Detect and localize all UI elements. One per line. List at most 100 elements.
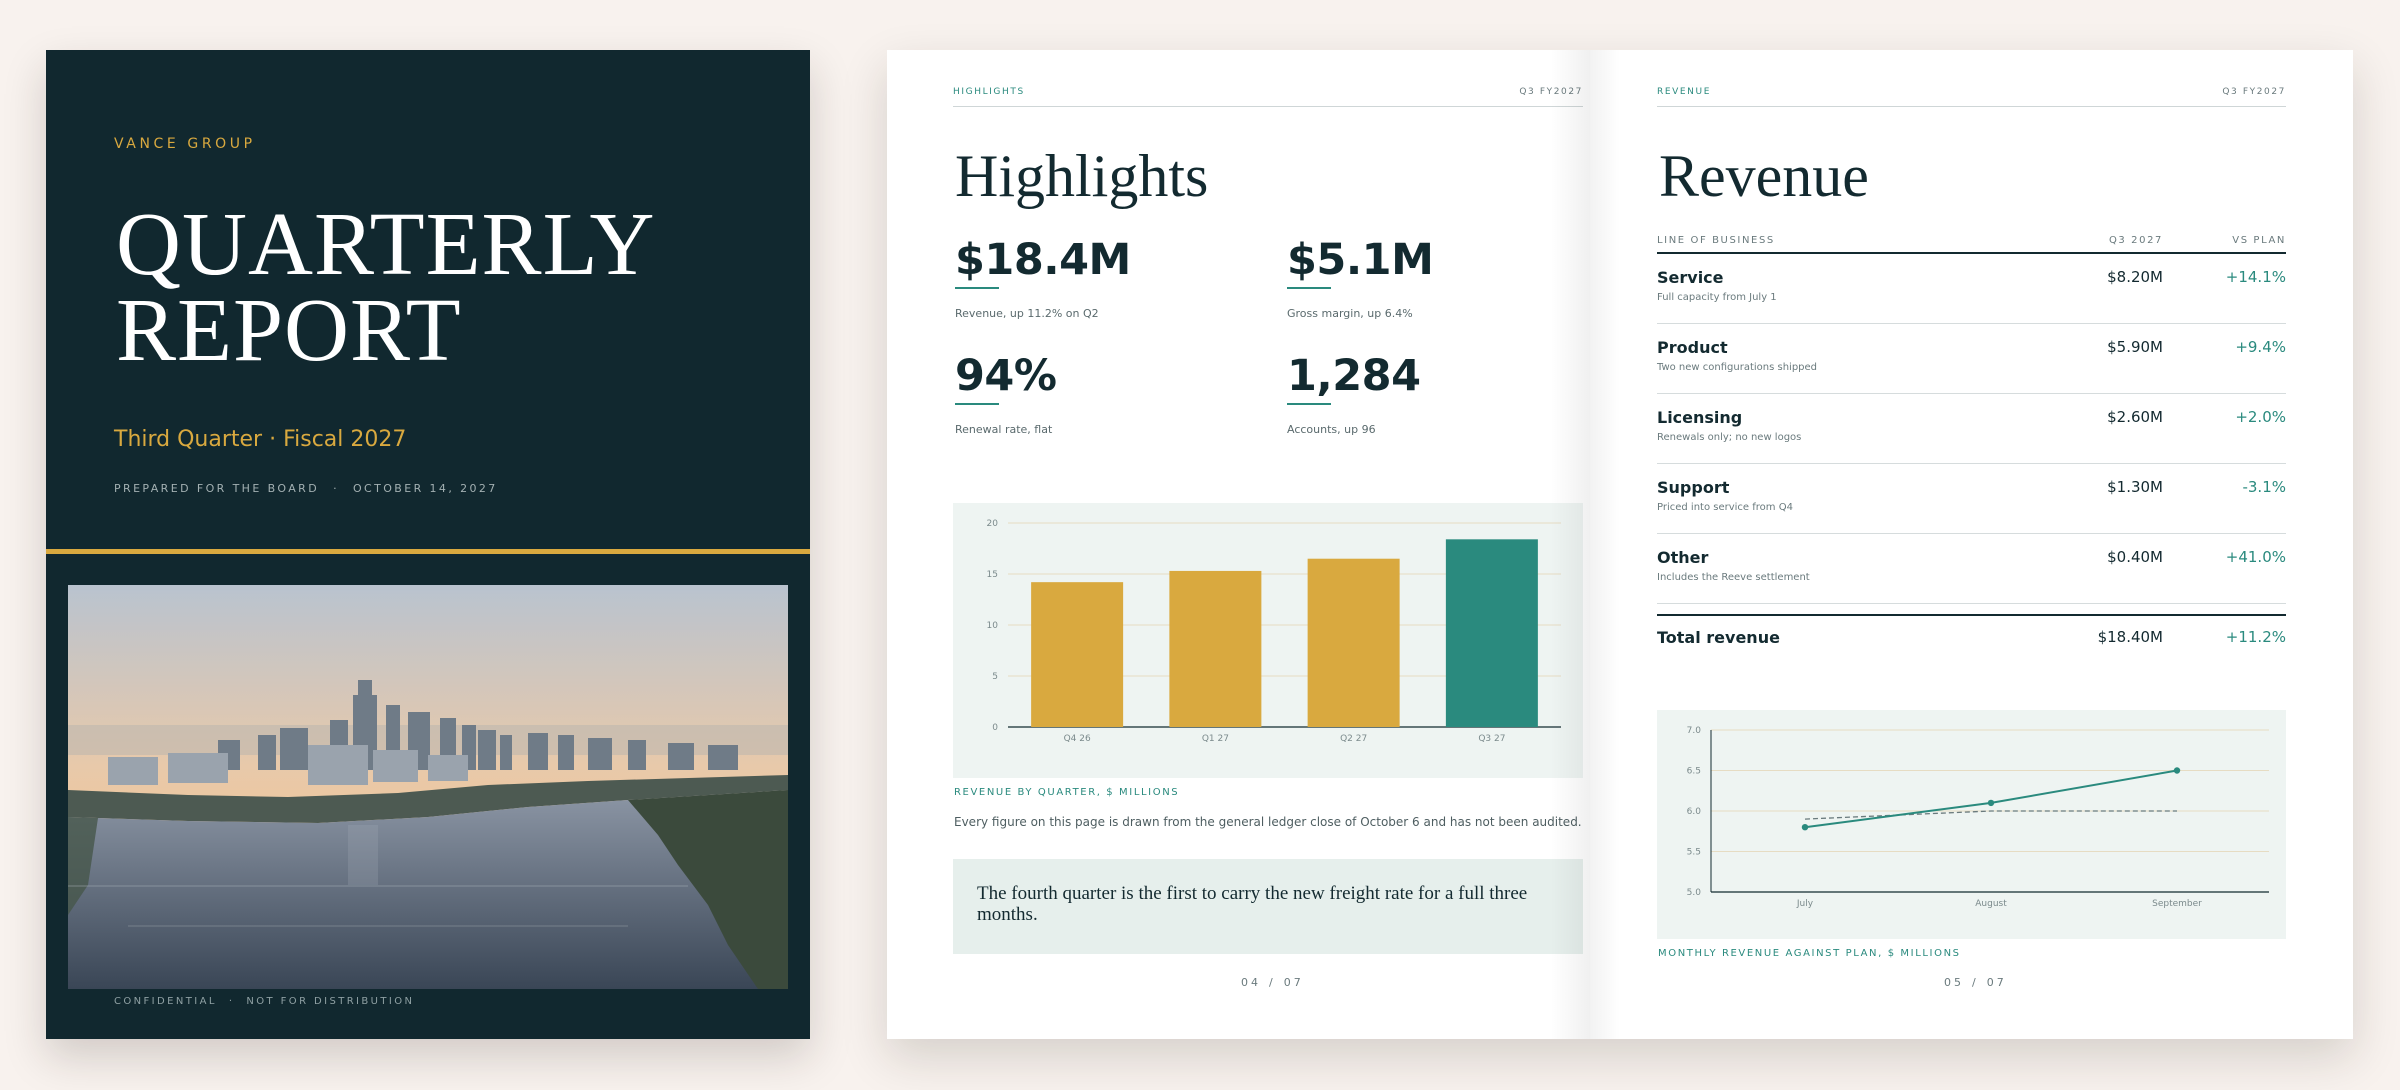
- bar-q1-27: [1169, 570, 1262, 727]
- section-label: HIGHLIGHTS: [953, 87, 1025, 97]
- prepared-line: PREPARED FOR THE BOARD · OCTOBER 14, 202…: [114, 482, 498, 495]
- running-header: REVENUE Q3 FY2027: [1657, 87, 2286, 107]
- actual-point: [2173, 767, 2181, 774]
- kpi-underline: [1287, 287, 1331, 289]
- row-note: Includes the Reeve settlement: [1657, 572, 1810, 583]
- kpi-underline: [1287, 403, 1331, 405]
- cover-footer: CONFIDENTIAL · NOT FOR DISTRIBUTION: [114, 996, 414, 1007]
- y-tick-label: 5.5: [1687, 848, 1701, 858]
- x-tick-label: July: [1796, 899, 1814, 909]
- separator-dot: ·: [333, 482, 339, 495]
- row-q3-value: $5.90M: [2107, 338, 2163, 356]
- y-tick-label: 20: [987, 519, 999, 529]
- report-title-line1: QUARTERLY: [116, 195, 656, 294]
- page-title: Revenue: [1659, 143, 1869, 209]
- prepared-for: PREPARED FOR THE BOARD: [114, 482, 320, 495]
- page-folio: 04 / 07: [1241, 976, 1304, 989]
- brand-name: VANCE GROUP: [114, 136, 256, 152]
- table-header: LINE OF BUSINESS Q3 2027 VS PLAN: [1657, 228, 2286, 254]
- chart-caption: REVENUE BY QUARTER, $ MILLIONS: [954, 787, 1180, 798]
- actual-point: [1801, 824, 1809, 831]
- x-tick-label: September: [2152, 899, 2202, 909]
- row-q3-value: $1.30M: [2107, 478, 2163, 496]
- section-label: REVENUE: [1657, 87, 1711, 97]
- separator-dot: ·: [228, 996, 235, 1007]
- kpi-value: $18.4M: [955, 235, 1131, 285]
- kpi-value: $5.1M: [1287, 235, 1434, 285]
- row-name: Other: [1657, 548, 1709, 567]
- table-row: Support Priced into service from Q4 $1.3…: [1657, 464, 2286, 534]
- folio-page: 05: [1944, 976, 1964, 989]
- report-title-line2: REPORT: [116, 281, 462, 380]
- row-note: Two new configurations shipped: [1657, 362, 1818, 373]
- kpi-gross-margin: $5.1M Gross margin, up 6.4%: [1287, 235, 1587, 320]
- kpi-caption: Renewal rate, flat: [955, 423, 1053, 436]
- row-q3-value: $0.40M: [2107, 548, 2163, 566]
- x-tick-label: Q4 26: [1064, 734, 1091, 744]
- actual-point: [1987, 799, 1995, 807]
- y-tick-label: 10: [987, 621, 999, 631]
- row-note: Renewals only; no new logos: [1657, 432, 1802, 443]
- kpi-caption: Accounts, up 96: [1287, 423, 1376, 436]
- folio-page: 04: [1241, 976, 1261, 989]
- folio-separator: /: [1972, 976, 1979, 989]
- page-title: Highlights: [955, 143, 1209, 209]
- report-title: QUARTERLY REPORT: [116, 195, 756, 380]
- y-tick-label: 6.5: [1687, 767, 1701, 777]
- chart-caption: MONTHLY REVENUE AGAINST PLAN, $ MILLIONS: [1658, 948, 1961, 959]
- kpi-caption: Gross margin, up 6.4%: [1287, 307, 1413, 320]
- row-name: Product: [1657, 338, 1728, 357]
- row-name: Licensing: [1657, 408, 1743, 427]
- page-folio: 05 / 07: [1944, 976, 2007, 989]
- table-row: Product Two new configurations shipped $…: [1657, 324, 2286, 394]
- folio-total: 07: [1283, 976, 1304, 989]
- gold-divider: [46, 549, 810, 554]
- col-line-of-business: LINE OF BUSINESS: [1657, 234, 1775, 246]
- row-note: Full capacity from July 1: [1657, 292, 1777, 303]
- report-spread: HIGHLIGHTS Q3 FY2027 Highlights $18.4M R…: [887, 50, 2353, 1039]
- report-date: OCTOBER 14, 2027: [352, 482, 498, 495]
- monthly-revenue-chart: 5.0 5.5 6.0 6.5 7.0 July August September: [1657, 710, 2286, 939]
- plan-line: [1804, 810, 2177, 820]
- table-row: Licensing Renewals only; no new logos $2…: [1657, 394, 2286, 464]
- table-row: Other Includes the Reeve settlement $0.4…: [1657, 534, 2286, 604]
- report-subtitle: Third Quarter · Fiscal 2027: [114, 427, 407, 452]
- revenue-table: LINE OF BUSINESS Q3 2027 VS PLAN Service…: [1657, 228, 2286, 664]
- row-vs-plan: +14.1%: [2225, 268, 2286, 286]
- row-note: Priced into service from Q4: [1657, 502, 1793, 513]
- kpi-underline: [955, 403, 999, 405]
- highlights-page: HIGHLIGHTS Q3 FY2027 Highlights $18.4M R…: [887, 50, 1590, 1039]
- kpi-value: 94%: [955, 351, 1057, 401]
- table-row: Service Full capacity from July 1 $8.20M…: [1657, 254, 2286, 324]
- audit-note: Every figure on this page is drawn from …: [954, 815, 1582, 829]
- x-tick-label: Q1 27: [1202, 734, 1229, 744]
- kpi-revenue: $18.4M Revenue, up 11.2% on Q2: [955, 235, 1255, 320]
- distribution-label: NOT FOR DISTRIBUTION: [246, 996, 415, 1007]
- kpi-underline: [955, 287, 999, 289]
- bar-q4-26: [1031, 582, 1124, 727]
- row-vs-plan: +41.0%: [2225, 548, 2286, 566]
- kpi-renewal-rate: 94% Renewal rate, flat: [955, 351, 1255, 436]
- report-cover: VANCE GROUP QUARTERLY REPORT Third Quart…: [46, 50, 810, 1039]
- y-tick-label: 5.0: [1687, 888, 1702, 898]
- total-q3-value: $18.40M: [2097, 628, 2163, 646]
- confidential-label: CONFIDENTIAL: [114, 996, 217, 1007]
- actual-line: [1804, 769, 2178, 829]
- y-tick-label: 0: [992, 723, 998, 733]
- kpi-accounts: 1,284 Accounts, up 96: [1287, 351, 1587, 436]
- y-tick-label: 6.0: [1687, 807, 1702, 817]
- folio-total: 07: [1986, 976, 2007, 989]
- period-label: Q3 FY2027: [2222, 87, 2286, 97]
- running-header: HIGHLIGHTS Q3 FY2027: [953, 87, 1583, 107]
- row-q3-value: $2.60M: [2107, 408, 2163, 426]
- y-tick-label: 7.0: [1687, 726, 1702, 736]
- line-chart-svg: 5.0 5.5 6.0 6.5 7.0 July August September: [1687, 726, 2269, 909]
- folio-separator: /: [1269, 976, 1276, 989]
- revenue-page: REVENUE Q3 FY2027 Revenue LINE OF BUSINE…: [1590, 50, 2353, 1039]
- y-tick-label: 15: [987, 570, 998, 580]
- row-vs-plan: -3.1%: [2242, 478, 2286, 496]
- row-q3-value: $8.20M: [2107, 268, 2163, 286]
- total-label: Total revenue: [1657, 628, 1780, 647]
- row-name: Service: [1657, 268, 1724, 287]
- cover-photo-illustration: [68, 585, 788, 989]
